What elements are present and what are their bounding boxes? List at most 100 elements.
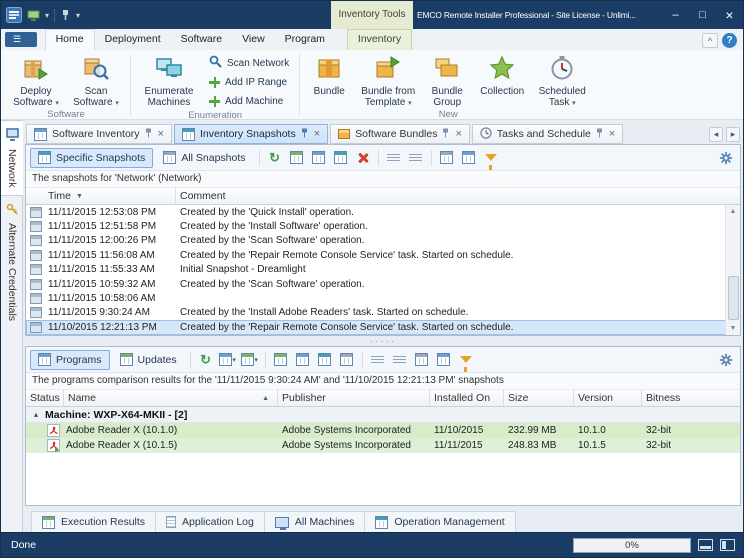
all-snapshots-toggle[interactable]: All Snapshots bbox=[155, 148, 253, 168]
show-removed-icon[interactable] bbox=[293, 350, 313, 370]
export-snapshot-icon[interactable] bbox=[309, 148, 329, 168]
column-header-version[interactable]: Version bbox=[574, 390, 642, 406]
updates-toggle[interactable]: Updates bbox=[112, 350, 185, 370]
snapshot-row[interactable]: 11/11/2015 12:53:08 PMCreated by the 'Qu… bbox=[26, 205, 740, 219]
pin-icon[interactable] bbox=[596, 128, 603, 141]
group-by-icon[interactable] bbox=[412, 350, 432, 370]
snapshot-row[interactable]: 11/11/2015 11:56:08 AMCreated by the 'Re… bbox=[26, 248, 740, 262]
column-header-bitness[interactable]: Bitness bbox=[642, 390, 740, 406]
snapshots-settings-gear-icon[interactable] bbox=[716, 148, 736, 168]
bottom-tab-application-log[interactable]: Application Log bbox=[156, 511, 265, 533]
filter-icon[interactable] bbox=[456, 350, 476, 370]
refresh-comparison-icon[interactable]: ↻ bbox=[196, 350, 216, 370]
ribbon-tab-home[interactable]: Home bbox=[45, 29, 95, 50]
layout-horizontal-icon[interactable] bbox=[384, 148, 404, 168]
ribbon-tab-software[interactable]: Software bbox=[171, 29, 232, 50]
export-results-icon[interactable]: ▾ bbox=[218, 350, 238, 370]
show-side-panel-icon[interactable] bbox=[720, 539, 735, 551]
vertical-scrollbar[interactable]: ▲ ▼ bbox=[725, 205, 740, 335]
qat-dropdown-icon[interactable]: ▾ bbox=[45, 11, 49, 20]
collapse-group-icon[interactable]: ▴ bbox=[34, 410, 38, 419]
minimize-button[interactable]: – bbox=[662, 1, 689, 29]
bundle-button[interactable]: Bundle bbox=[305, 52, 353, 97]
scroll-down-icon[interactable]: ▼ bbox=[726, 322, 740, 335]
programs-settings-gear-icon[interactable] bbox=[716, 350, 736, 370]
enumerate-machines-button[interactable]: Enumerate Machines bbox=[136, 52, 202, 108]
show-output-panel-icon[interactable] bbox=[698, 539, 713, 551]
machine-group-row[interactable]: ▴ Machine: WXP-X64-MKII - [2] bbox=[26, 407, 740, 423]
pin-icon[interactable] bbox=[145, 128, 152, 141]
column-header-time[interactable]: Time▼ bbox=[26, 188, 176, 204]
column-header-publisher[interactable]: Publisher bbox=[278, 390, 430, 406]
scroll-up-icon[interactable]: ▲ bbox=[726, 205, 740, 218]
snapshot-row[interactable]: 11/11/2015 11:55:33 AMInitial Snapshot -… bbox=[26, 263, 740, 277]
doc-tab-tasks-and-schedule[interactable]: Tasks and Schedule × bbox=[472, 124, 623, 144]
tab-scroll-left-icon[interactable]: ◂ bbox=[709, 127, 723, 142]
bottom-tab-all-machines[interactable]: All Machines bbox=[265, 511, 366, 533]
choose-columns-icon[interactable] bbox=[459, 148, 479, 168]
help-icon[interactable]: ? bbox=[722, 33, 737, 48]
maximize-button[interactable]: □ bbox=[689, 1, 716, 29]
column-header-size[interactable]: Size bbox=[504, 390, 574, 406]
scan-network-button[interactable]: Scan Network bbox=[204, 54, 294, 72]
ribbon-tab-inventory[interactable]: Inventory bbox=[347, 29, 412, 50]
app-icon[interactable] bbox=[6, 7, 22, 23]
refresh-snapshots-icon[interactable]: ↻ bbox=[265, 148, 285, 168]
pin-icon[interactable] bbox=[301, 128, 308, 141]
collection-button[interactable]: Collection bbox=[473, 52, 531, 97]
qat-pin-icon[interactable] bbox=[60, 9, 71, 21]
tab-scroll-right-icon[interactable]: ▸ bbox=[726, 127, 740, 142]
choose-columns-icon[interactable] bbox=[434, 350, 454, 370]
import-snapshot-icon[interactable] bbox=[331, 148, 351, 168]
add-machine-button[interactable]: Add Machine bbox=[204, 92, 294, 110]
main-menu-button[interactable]: ☰ ▾ bbox=[5, 32, 37, 47]
snapshot-row[interactable]: 11/11/2015 10:58:06 AM bbox=[26, 291, 740, 305]
sidebar-tab-alternate-credentials[interactable]: Alternate Credentials bbox=[1, 196, 23, 328]
snapshot-row-selected[interactable]: 11/10/2015 12:21:13 PMCreated by the 'Re… bbox=[26, 320, 740, 334]
close-button[interactable]: × bbox=[716, 1, 743, 29]
column-header-name[interactable]: Name▲ bbox=[64, 390, 278, 406]
pin-icon[interactable] bbox=[442, 128, 449, 141]
qat-machine-icon[interactable] bbox=[27, 9, 40, 22]
copy-results-icon[interactable]: ▾ bbox=[240, 350, 260, 370]
delete-snapshot-icon[interactable] bbox=[353, 148, 373, 168]
bundle-group-button[interactable]: Bundle Group bbox=[423, 52, 471, 108]
doc-tab-inventory-snapshots[interactable]: Inventory Snapshots × bbox=[174, 124, 328, 144]
column-header-status[interactable]: Status bbox=[26, 390, 64, 406]
scheduled-task-button[interactable]: Scheduled Task ▾ bbox=[533, 52, 591, 109]
doc-tab-software-bundles[interactable]: Software Bundles × bbox=[330, 124, 470, 144]
ribbon-tab-program[interactable]: Program bbox=[275, 29, 335, 50]
snapshot-row[interactable]: 11/11/2015 10:59:32 AMCreated by the 'Sc… bbox=[26, 277, 740, 291]
close-tab-icon[interactable]: × bbox=[455, 129, 461, 139]
add-ip-range-button[interactable]: Add IP Range bbox=[204, 73, 294, 91]
collapse-ribbon-icon[interactable]: ^ bbox=[702, 33, 718, 48]
layout-horizontal-icon[interactable] bbox=[368, 350, 388, 370]
qat-customize-icon[interactable]: ▾ bbox=[76, 11, 80, 20]
specific-snapshots-toggle[interactable]: Specific Snapshots bbox=[30, 148, 153, 168]
bottom-tab-operation-management[interactable]: Operation Management bbox=[365, 511, 515, 533]
snapshot-row[interactable]: 11/11/2015 12:51:58 PMCreated by the 'In… bbox=[26, 219, 740, 233]
sidebar-tab-network[interactable]: Network bbox=[1, 120, 23, 196]
ribbon-tab-view[interactable]: View bbox=[232, 29, 275, 50]
group-by-icon[interactable] bbox=[437, 148, 457, 168]
deploy-software-button[interactable]: Deploy Software ▾ bbox=[7, 52, 65, 109]
layout-vertical-icon[interactable] bbox=[406, 148, 426, 168]
column-header-comment[interactable]: Comment bbox=[176, 188, 740, 204]
filter-icon[interactable] bbox=[481, 148, 501, 168]
close-tab-icon[interactable]: × bbox=[314, 129, 320, 139]
panel-splitter[interactable]: ····· bbox=[23, 336, 743, 346]
close-tab-icon[interactable]: × bbox=[609, 129, 615, 139]
programs-toggle[interactable]: Programs bbox=[30, 350, 110, 370]
scrollbar-thumb[interactable] bbox=[728, 276, 739, 320]
snapshot-row[interactable]: 11/11/2015 9:30:24 AMCreated by the 'Ins… bbox=[26, 306, 740, 320]
ribbon-tab-deployment[interactable]: Deployment bbox=[95, 29, 171, 50]
close-tab-icon[interactable]: × bbox=[158, 129, 164, 139]
show-added-icon[interactable] bbox=[271, 350, 291, 370]
new-snapshot-icon[interactable] bbox=[287, 148, 307, 168]
column-header-installed-on[interactable]: Installed On bbox=[430, 390, 504, 406]
program-row[interactable]: Adobe Reader X (10.1.5) Adobe Systems In… bbox=[26, 438, 740, 453]
doc-tab-software-inventory[interactable]: Software Inventory × bbox=[26, 124, 172, 144]
layout-vertical-icon[interactable] bbox=[390, 350, 410, 370]
show-updated-icon[interactable] bbox=[315, 350, 335, 370]
bundle-from-template-button[interactable]: Bundle from Template ▾ bbox=[355, 52, 421, 109]
